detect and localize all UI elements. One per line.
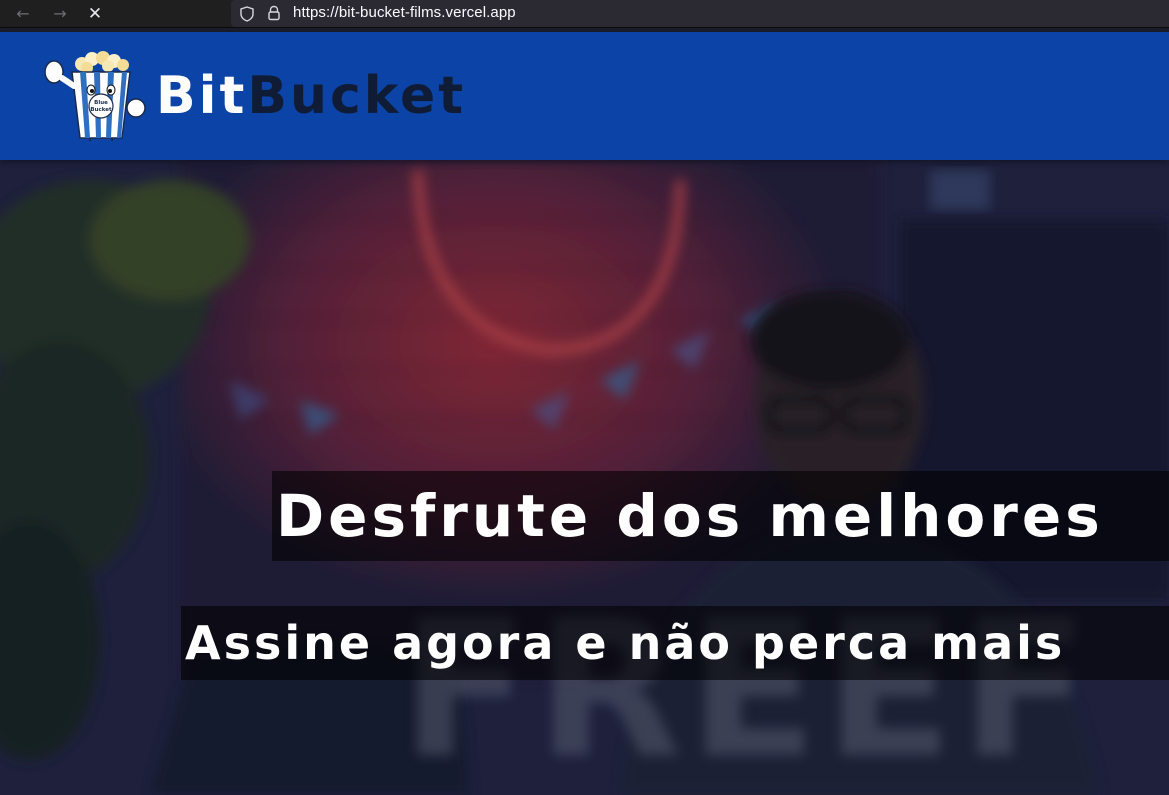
hero-subheadline: Assine agora e não perca mais [181,606,1169,681]
browser-toolbar: ← → ✕ https://bit-bucket-films.vercel.ap… [0,0,1169,28]
brand-word-bucket: Bucket [247,66,467,126]
brand-wordmark[interactable]: BitBucket [156,66,466,126]
brand-word-bit: Bit [156,66,248,126]
url-text[interactable]: https://bit-bucket-films.vercel.app [293,4,516,21]
mascot-label-line1: Blue [94,100,108,106]
popcorn-bucket-mascot-icon: Blue Bucket [44,51,146,141]
brand-logo-link[interactable]: Blue Bucket BitBucket [42,50,482,142]
hero-section: FREEF Desfrute dos melhores Assine agora… [0,160,1169,795]
back-arrow-icon[interactable]: ← [12,3,34,25]
lock-icon[interactable] [267,5,281,21]
hero-headline: Desfrute dos melhores [272,470,1169,561]
stop-close-icon[interactable]: ✕ [84,3,106,25]
address-bar[interactable]: https://bit-bucket-films.vercel.app [231,0,1169,27]
site-header: Blue Bucket BitBucket [0,32,1169,160]
forward-arrow-icon[interactable]: → [49,3,71,25]
shield-icon[interactable] [240,6,254,22]
mascot-label-line2: Bucket [90,107,112,113]
